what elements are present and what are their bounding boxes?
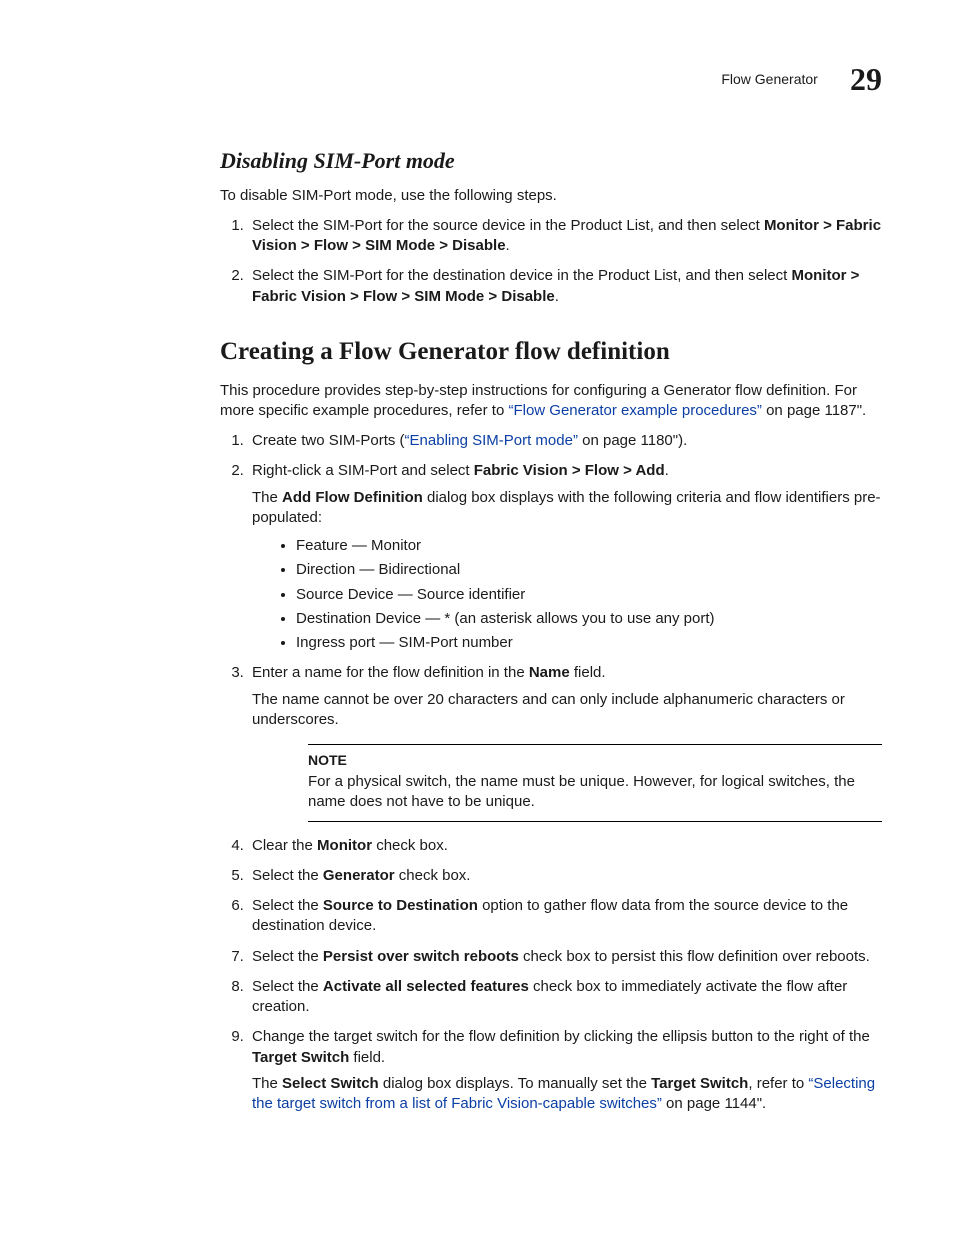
text: check box.: [395, 867, 471, 884]
section-heading-disabling: Disabling SIM-Port mode: [220, 146, 882, 176]
sec2-intro: This procedure provides step-by-step ins…: [220, 381, 882, 422]
field-name: Activate all selected features: [323, 978, 529, 995]
text: Clear the: [252, 837, 317, 854]
text: check box to persist this flow definitio…: [519, 948, 870, 965]
text: on page 1144".: [662, 1095, 766, 1112]
step3-body: The name cannot be over 20 characters an…: [252, 690, 882, 731]
sec2-step-1: Create two SIM-Ports (“Enabling SIM-Port…: [248, 431, 882, 451]
sec2-step-8: Select the Activate all selected feature…: [248, 977, 882, 1018]
note-box: NOTE For a physical switch, the name mus…: [308, 744, 882, 821]
cross-reference-link[interactable]: “Flow Generator example procedures”: [508, 402, 761, 419]
menu-path: Fabric Vision > Flow > Add: [474, 462, 665, 479]
text: on page 1187".: [762, 402, 866, 419]
runhead-title: Flow Generator: [721, 70, 817, 89]
text: .: [665, 462, 669, 479]
sec2-step-6: Select the Source to Destination option …: [248, 896, 882, 937]
text: Create two SIM-Ports (: [252, 432, 405, 449]
field-name: Persist over switch reboots: [323, 948, 519, 965]
field-name: Name: [529, 664, 570, 681]
text: field.: [570, 664, 606, 681]
text: field.: [349, 1049, 385, 1066]
text: check box.: [372, 837, 448, 854]
text: Change the target switch for the flow de…: [252, 1028, 870, 1045]
text: Select the: [252, 897, 323, 914]
field-name: Monitor: [317, 837, 372, 854]
sec1-step-2: Select the SIM-Port for the destination …: [248, 266, 882, 307]
text: Select the: [252, 978, 323, 995]
cross-reference-link[interactable]: “Enabling SIM-Port mode”: [405, 432, 578, 449]
step2-bullets: Feature — Monitor Direction — Bidirectio…: [252, 536, 882, 653]
step2-body: The Add Flow Definition dialog box displ…: [252, 488, 882, 529]
sec2-step-9: Change the target switch for the flow de…: [248, 1027, 882, 1114]
sec2-step-7: Select the Persist over switch reboots c…: [248, 947, 882, 967]
dialog-name: Select Switch: [282, 1075, 379, 1092]
sec2-step-3: Enter a name for the flow definition in …: [248, 663, 882, 821]
field-name: Target Switch: [252, 1049, 349, 1066]
sec2-step-5: Select the Generator check box.: [248, 866, 882, 886]
dialog-name: Add Flow Definition: [282, 489, 423, 506]
field-name: Generator: [323, 867, 395, 884]
bullet-item: Feature — Monitor: [296, 536, 882, 556]
bullet-item: Destination Device — * (an asterisk allo…: [296, 609, 882, 629]
sec2-step-4: Clear the Monitor check box.: [248, 836, 882, 856]
text: The: [252, 489, 282, 506]
sec1-intro: To disable SIM-Port mode, use the follow…: [220, 186, 882, 206]
text: on page 1180").: [578, 432, 687, 449]
text: .: [506, 237, 510, 254]
page: Flow Generator 29 Disabling SIM-Port mod…: [0, 0, 954, 1235]
text: Enter a name for the flow definition in …: [252, 664, 529, 681]
bullet-item: Direction — Bidirectional: [296, 560, 882, 580]
text: Select the: [252, 867, 323, 884]
chapter-number: 29: [850, 58, 882, 101]
sec2-step-2: Right-click a SIM-Port and select Fabric…: [248, 461, 882, 653]
field-name: Source to Destination: [323, 897, 478, 914]
text: Select the: [252, 948, 323, 965]
bullet-item: Source Device — Source identifier: [296, 585, 882, 605]
text: Select the SIM-Port for the source devic…: [252, 217, 764, 234]
bullet-item: Ingress port — SIM-Port number: [296, 633, 882, 653]
text: .: [555, 288, 559, 305]
section-heading-creating: Creating a Flow Generator flow definitio…: [220, 335, 882, 369]
field-name: Target Switch: [651, 1075, 748, 1092]
text: dialog box displays. To manually set the: [379, 1075, 651, 1092]
text: The: [252, 1075, 282, 1092]
text: Select the SIM-Port for the destination …: [252, 267, 791, 284]
text: , refer to: [748, 1075, 808, 1092]
sec2-steps: Create two SIM-Ports (“Enabling SIM-Port…: [220, 431, 882, 1114]
text: Right-click a SIM-Port and select: [252, 462, 474, 479]
sec1-steps: Select the SIM-Port for the source devic…: [220, 216, 882, 307]
running-header: Flow Generator 29: [721, 58, 882, 101]
note-body: For a physical switch, the name must be …: [308, 772, 882, 813]
note-label: NOTE: [308, 751, 882, 770]
sec1-step-1: Select the SIM-Port for the source devic…: [248, 216, 882, 257]
step9-body: The Select Switch dialog box displays. T…: [252, 1074, 882, 1115]
